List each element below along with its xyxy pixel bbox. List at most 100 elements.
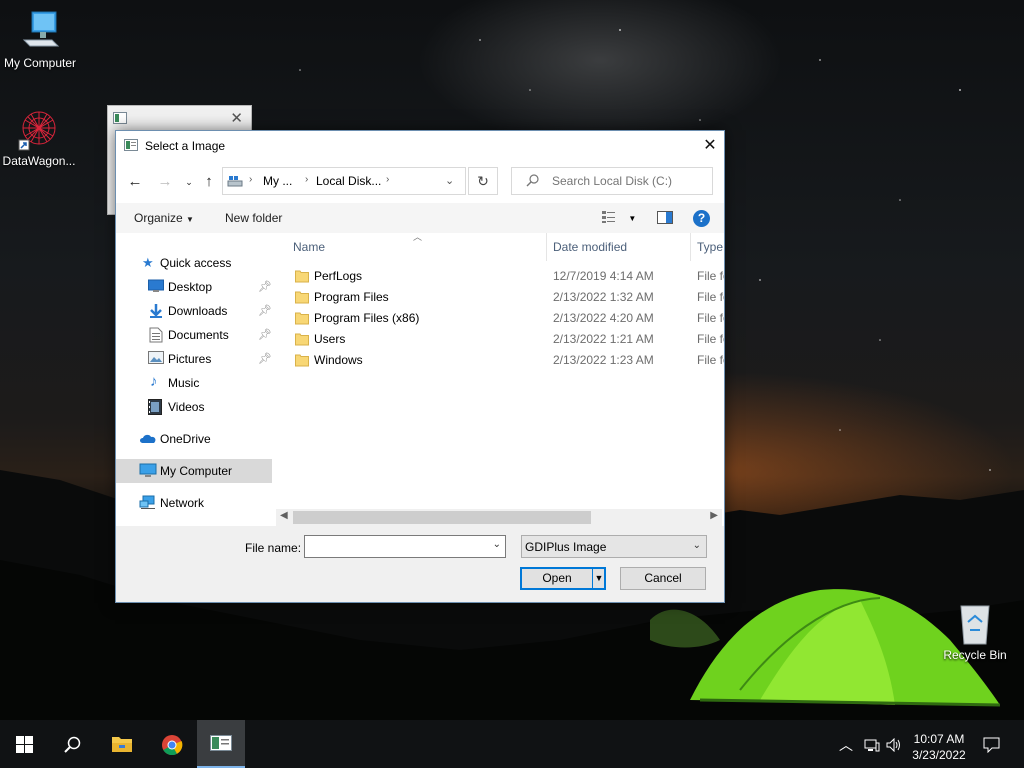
file-name: Program Files [314, 290, 389, 304]
horizontal-scrollbar[interactable]: ◀ ▶ [276, 509, 722, 526]
pin-icon[interactable]: 📌︎ [258, 304, 272, 317]
show-hidden-icons-chevron-icon[interactable]: ︿ [839, 735, 853, 755]
file-name-field[interactable]: ⌄ [304, 535, 506, 558]
dialog-titlebar[interactable]: Select a Image ✕ [116, 131, 724, 161]
back-arrow-icon[interactable]: ← [126, 173, 144, 191]
desktop-icon-recycle-bin[interactable]: Recycle Bin [935, 602, 1015, 662]
nav-item-quick-access[interactable]: ★ Quick access [116, 251, 272, 275]
file-type: File fo [697, 269, 724, 283]
nav-item-desktop[interactable]: Desktop 📌︎ [116, 275, 272, 299]
close-icon[interactable]: ✕ [230, 109, 243, 127]
recent-locations-chevron-icon[interactable]: ⌄ [180, 173, 198, 191]
search-input[interactable] [550, 173, 709, 189]
file-date: 2/13/2022 1:21 AM [553, 332, 654, 346]
address-bar[interactable]: › My ... › Local Disk... › ⌄ [222, 167, 466, 195]
downloads-icon [150, 304, 162, 318]
table-row[interactable]: Users 2/13/2022 1:21 AM File fo [273, 329, 724, 350]
nav-item-network[interactable]: Network [116, 491, 272, 515]
network-icon [139, 495, 155, 509]
pin-icon[interactable]: 📌︎ [258, 352, 272, 365]
file-explorer-taskbar-button[interactable] [98, 720, 146, 768]
breadcrumb-my-computer[interactable]: My ... [263, 174, 292, 188]
select-image-dialog: Select a Image ✕ ← → ⌄ ↑ › My ... › Loca… [115, 130, 725, 603]
file-date: 12/7/2019 4:14 AM [553, 269, 654, 283]
system-clock[interactable]: 10:07 AM 3/23/2022 [904, 731, 974, 763]
file-type-select[interactable]: GDIPlus Image ⌄ [521, 535, 707, 558]
clock-date: 3/23/2022 [912, 748, 966, 762]
music-icon: ♪ [150, 373, 158, 390]
datawagon-taskbar-button[interactable] [197, 720, 245, 768]
address-dropdown-chevron-icon[interactable]: ⌄ [445, 174, 454, 187]
view-options-button[interactable]: ▼ [601, 210, 636, 227]
notifications-icon[interactable] [983, 737, 1000, 753]
table-row[interactable]: Program Files 2/13/2022 1:32 AM File fo [273, 287, 724, 308]
up-arrow-icon[interactable]: ↑ [200, 173, 218, 191]
desktop-icon [148, 279, 164, 292]
search-icon [63, 736, 80, 753]
table-row[interactable]: PerfLogs 12/7/2019 4:14 AM File fo [273, 266, 724, 287]
folder-icon [295, 333, 309, 346]
nav-item-label: Videos [168, 400, 205, 414]
breadcrumb-separator-icon: › [386, 174, 390, 185]
refresh-button[interactable]: ↻ [468, 167, 498, 195]
column-header-name[interactable]: Name [273, 233, 546, 261]
nav-item-music[interactable]: ♪ Music [116, 371, 272, 395]
new-folder-button[interactable]: New folder [225, 211, 282, 225]
documents-icon [149, 327, 163, 343]
folder-icon [295, 354, 309, 367]
preview-pane-button[interactable] [657, 211, 673, 227]
nav-item-my-computer[interactable]: My Computer [116, 459, 272, 483]
nav-item-label: Network [160, 496, 205, 510]
preview-pane-icon [657, 211, 673, 224]
desktop-icon-label: My Computer [3, 56, 77, 70]
search-icon [526, 174, 539, 187]
nav-item-videos[interactable]: Videos [116, 395, 272, 419]
onedrive-icon [140, 434, 156, 443]
desktop-icon-datawagon[interactable]: DataWagon... [0, 106, 79, 168]
chrome-taskbar-button[interactable] [148, 720, 196, 768]
search-taskbar-button[interactable] [48, 720, 96, 768]
help-button[interactable]: ? [693, 210, 710, 227]
nav-item-label: Pictures [168, 352, 212, 366]
network-status-icon[interactable] [864, 739, 880, 752]
desktop-icon-my-computer[interactable]: My Computer [0, 10, 80, 70]
nav-item-label: Music [168, 376, 200, 390]
folder-icon [295, 312, 309, 325]
star-icon: ★ [142, 255, 154, 270]
scrollbar-thumb[interactable] [293, 511, 591, 524]
computer-icon [22, 11, 60, 47]
scroll-right-arrow-icon[interactable]: ▶ [710, 510, 718, 521]
file-name: Program Files (x86) [314, 311, 420, 325]
nav-item-documents[interactable]: Documents 📌︎ [116, 323, 272, 347]
start-button[interactable] [0, 720, 48, 768]
volume-icon[interactable] [886, 738, 902, 752]
breadcrumb-local-disk[interactable]: Local Disk... [316, 174, 381, 188]
chevron-down-icon[interactable]: ⌄ [493, 539, 501, 550]
open-button[interactable]: Open ▼ [520, 567, 606, 590]
breadcrumb-separator-icon: › [249, 174, 253, 185]
cancel-button[interactable]: Cancel [620, 567, 706, 590]
chrome-icon [162, 735, 183, 756]
table-row[interactable]: Windows 2/13/2022 1:23 AM File fo [273, 350, 724, 371]
pin-icon[interactable]: 📌︎ [258, 280, 272, 293]
pin-icon[interactable]: 📌︎ [258, 328, 272, 341]
scroll-left-arrow-icon[interactable]: ◀ [280, 510, 288, 521]
dialog-title: Select a Image [145, 139, 226, 153]
app-window-icon [210, 735, 232, 751]
nav-item-label: OneDrive [160, 432, 211, 446]
windows-logo-icon [15, 736, 33, 753]
column-header-date-modified[interactable]: Date modified [547, 233, 690, 261]
close-button[interactable]: ✕ [696, 131, 724, 161]
nav-item-downloads[interactable]: Downloads 📌︎ [116, 299, 272, 323]
organize-label: Organize [134, 211, 183, 225]
open-split-dropdown[interactable]: ▼ [592, 568, 605, 589]
table-row[interactable]: Program Files (x86) 2/13/2022 4:20 AM Fi… [273, 308, 724, 329]
nav-item-label: Quick access [160, 256, 232, 270]
column-header-type[interactable]: Type [691, 233, 724, 261]
column-header-label: Name [293, 240, 326, 254]
search-box[interactable] [511, 167, 713, 195]
nav-item-pictures[interactable]: Pictures 📌︎ [116, 347, 272, 371]
forward-arrow-icon[interactable]: → [156, 173, 174, 191]
organize-menu-button[interactable]: Organize ▼ [134, 211, 194, 225]
nav-item-onedrive[interactable]: OneDrive [116, 427, 272, 451]
